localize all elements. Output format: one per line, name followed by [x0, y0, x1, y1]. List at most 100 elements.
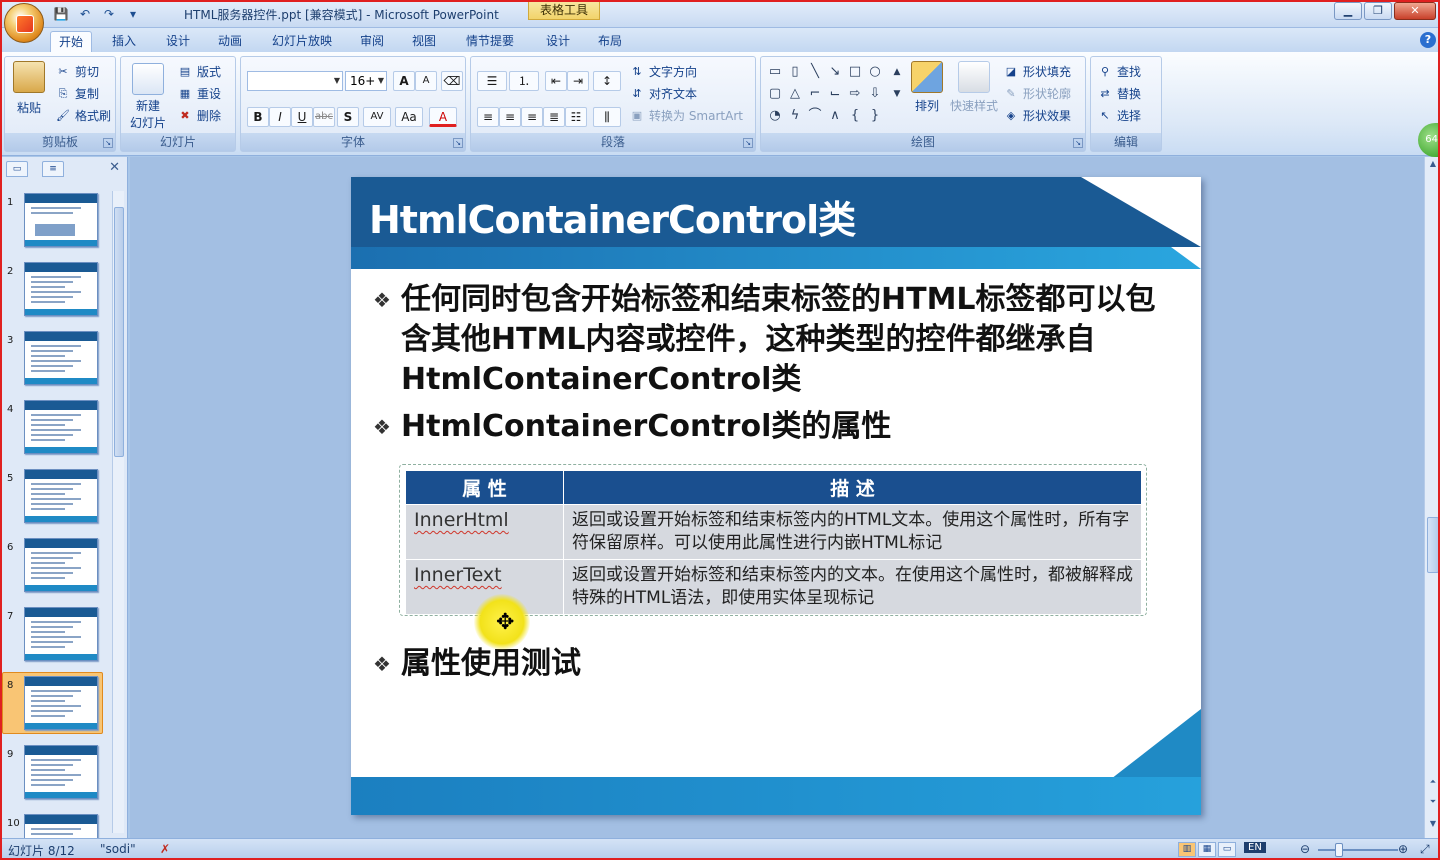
- font-color-button[interactable]: A: [429, 107, 457, 127]
- tab-table-design[interactable]: 设计: [538, 31, 578, 52]
- layout-button[interactable]: ▤ 版式: [177, 63, 221, 80]
- restore-button[interactable]: ❐: [1364, 2, 1392, 20]
- tab-storyboard[interactable]: 情节提要: [458, 31, 522, 52]
- right-brace-shape-icon[interactable]: }: [867, 109, 883, 123]
- font-name-field[interactable]: ▼: [247, 71, 343, 91]
- vertical-textbox-shape-icon[interactable]: ▯: [787, 65, 803, 79]
- font-launcher-icon[interactable]: ↘: [453, 138, 463, 148]
- paragraph-launcher-icon[interactable]: ↘: [743, 138, 753, 148]
- slide-thumbnail[interactable]: [24, 400, 98, 454]
- office-button[interactable]: [4, 3, 44, 43]
- align-right-button[interactable]: ≡: [521, 107, 543, 127]
- slide-thumbnail[interactable]: [24, 676, 98, 730]
- current-slide[interactable]: HtmlContainerControl类 ❖ 任何同时包含开始标签和结束标签的H…: [351, 177, 1201, 815]
- zoom-slider[interactable]: [1318, 849, 1398, 851]
- shapes-down-icon[interactable]: ▼: [889, 87, 905, 101]
- slide-thumbnail[interactable]: [24, 538, 98, 592]
- line-shape-icon[interactable]: ╲: [807, 65, 823, 79]
- properties-table[interactable]: 属 性 描 述 InnerHtml 返回或设置开始标签和结束标签内的HTML文本…: [405, 470, 1142, 615]
- scroll-up-icon[interactable]: ▲: [1427, 159, 1439, 173]
- slide-thumbnail[interactable]: [24, 262, 98, 316]
- slide-thumbnail[interactable]: [24, 331, 98, 385]
- new-slide-button[interactable]: 新建 幻灯片: [125, 63, 171, 131]
- format-painter-button[interactable]: 🖌 格式刷: [55, 107, 111, 124]
- help-icon[interactable]: ?: [1420, 32, 1436, 48]
- clear-formatting-icon[interactable]: ⌫: [441, 71, 463, 91]
- tab-table-layout[interactable]: 布局: [590, 31, 630, 52]
- bullet-3[interactable]: ❖ 属性使用测试: [373, 644, 1171, 684]
- align-center-button[interactable]: ≡: [499, 107, 521, 127]
- down-arrow-shape-icon[interactable]: ⇩: [867, 87, 883, 101]
- justify-button[interactable]: ≣: [543, 107, 565, 127]
- scroll-down-icon[interactable]: ▼: [1427, 819, 1439, 833]
- font-size-field[interactable]: 16+ ▼: [345, 71, 387, 91]
- replace-button[interactable]: ⇄ 替换: [1097, 85, 1141, 102]
- italic-button[interactable]: I: [269, 107, 291, 127]
- tab-home[interactable]: 开始: [50, 31, 93, 52]
- pie-shape-icon[interactable]: ◔: [767, 109, 783, 123]
- freeform-shape-icon[interactable]: ∧: [827, 109, 843, 123]
- language-indicator[interactable]: EN: [1244, 842, 1266, 853]
- shape-effects-button[interactable]: ◈ 形状效果: [1003, 107, 1071, 124]
- table-cell-property[interactable]: InnerHtml: [405, 504, 564, 560]
- paste-button[interactable]: 粘贴: [11, 61, 47, 116]
- next-slide-icon[interactable]: ⏷: [1427, 797, 1439, 811]
- slide-title[interactable]: HtmlContainerControl类: [369, 189, 856, 244]
- slides-tab-icon[interactable]: ▭: [6, 161, 28, 177]
- bullet-2[interactable]: ❖ HtmlContainerControl类的属性: [373, 407, 1171, 447]
- oval-shape-icon[interactable]: ○: [867, 65, 883, 79]
- triangle-shape-icon[interactable]: △: [787, 87, 803, 101]
- text-direction-button[interactable]: ⇅ 文字方向: [629, 63, 697, 80]
- prev-slide-icon[interactable]: ⏶: [1427, 777, 1439, 791]
- find-button[interactable]: ⚲ 查找: [1097, 63, 1141, 80]
- bold-button[interactable]: B: [247, 107, 269, 127]
- bullet-1[interactable]: ❖ 任何同时包含开始标签和结束标签的HTML标签都可以包含其他HTML内容或控件，…: [373, 280, 1171, 400]
- close-button[interactable]: ✕: [1394, 2, 1436, 20]
- quick-styles-button[interactable]: 快速样式: [949, 61, 999, 114]
- arrow-line-shape-icon[interactable]: ↘: [827, 65, 843, 79]
- slide-thumbnail[interactable]: [24, 607, 98, 661]
- underline-button[interactable]: U: [291, 107, 313, 127]
- zoom-out-icon[interactable]: ⊖: [1300, 842, 1310, 856]
- shape-outline-button[interactable]: ✎ 形状轮廓: [1003, 85, 1071, 102]
- zoom-slider-knob[interactable]: [1335, 843, 1343, 857]
- strikethrough-button[interactable]: abc: [313, 107, 335, 127]
- change-case-button[interactable]: Aa: [395, 107, 423, 127]
- distribute-button[interactable]: ☷: [565, 107, 587, 127]
- normal-view-icon[interactable]: ▥: [1178, 842, 1196, 857]
- numbering-button[interactable]: ⒈: [509, 71, 539, 91]
- arc-shape-icon[interactable]: ⌒: [807, 109, 823, 123]
- table-cell-description[interactable]: 返回或设置开始标签和结束标签内的文本。在使用这个属性时，都被解释成特殊的HTML…: [563, 559, 1142, 615]
- shrink-font-button[interactable]: A: [415, 71, 437, 91]
- drawing-launcher-icon[interactable]: ↘: [1073, 138, 1083, 148]
- minimize-button[interactable]: ▁: [1334, 2, 1362, 20]
- cut-button[interactable]: ✂ 剪切: [55, 63, 99, 80]
- slide-thumbnail[interactable]: [24, 745, 98, 799]
- shape-fill-button[interactable]: ◪ 形状填充: [1003, 63, 1071, 80]
- slide-thumbnail[interactable]: [24, 193, 98, 247]
- table-header-property[interactable]: 属 性: [405, 470, 564, 505]
- delete-slide-button[interactable]: ✖ 删除: [177, 107, 221, 124]
- tab-animations[interactable]: 动画: [210, 31, 250, 52]
- align-left-button[interactable]: ≡: [477, 107, 499, 127]
- table-cell-description[interactable]: 返回或设置开始标签和结束标签内的HTML文本。使用这个属性时，所有字符保留原样。…: [563, 504, 1142, 560]
- char-spacing-button[interactable]: AV: [363, 107, 391, 127]
- tab-design[interactable]: 设计: [158, 31, 198, 52]
- columns-button[interactable]: ⫼: [593, 107, 621, 127]
- increase-indent-button[interactable]: ⇥: [567, 71, 589, 91]
- panel-scrollbar[interactable]: [112, 191, 124, 833]
- select-button[interactable]: ↖ 选择: [1097, 107, 1141, 124]
- right-arrow-shape-icon[interactable]: ⇨: [847, 87, 863, 101]
- line-spacing-button[interactable]: ↕: [593, 71, 621, 91]
- bullets-button[interactable]: ☰: [477, 71, 507, 91]
- decrease-indent-button[interactable]: ⇤: [545, 71, 567, 91]
- tab-view[interactable]: 视图: [404, 31, 444, 52]
- shadow-button[interactable]: S: [337, 107, 359, 127]
- grow-font-button[interactable]: A: [393, 71, 415, 91]
- align-text-button[interactable]: ⇵ 对齐文本: [629, 85, 697, 102]
- vertical-scrollbar[interactable]: ▲ ⏶ ⏷ ▼: [1424, 157, 1440, 838]
- lightning-shape-icon[interactable]: ϟ: [787, 109, 803, 123]
- zoom-in-icon[interactable]: ⊕: [1398, 842, 1408, 856]
- arrange-button[interactable]: 排列: [907, 61, 947, 114]
- vertical-scroll-thumb[interactable]: [1427, 517, 1439, 573]
